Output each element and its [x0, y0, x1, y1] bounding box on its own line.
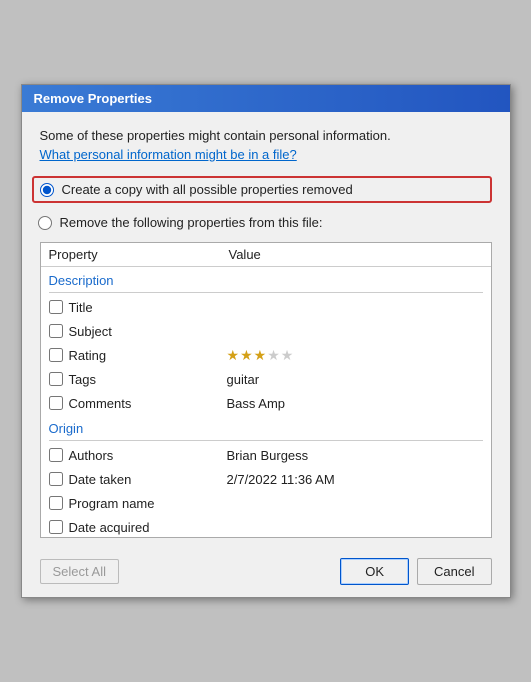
row-authors: Authors Brian Burgess [41, 443, 491, 467]
val-rating: ★ ★ ★ ★ ★ [227, 347, 483, 364]
option2-radio[interactable] [38, 216, 52, 230]
checkbox-title[interactable] [49, 300, 63, 314]
star-5: ★ [281, 347, 294, 364]
row-tags: Tags guitar [41, 367, 491, 391]
dialog-titlebar: Remove Properties [22, 85, 510, 112]
option2-label: Remove the following properties from thi… [60, 215, 323, 230]
ok-button[interactable]: OK [340, 558, 409, 585]
col-value-header: Value [229, 247, 483, 262]
row-program-name: Program name [41, 491, 491, 515]
row-subject: Subject [41, 319, 491, 343]
table-header: Property Value [41, 243, 491, 267]
prop-authors: Authors [69, 448, 227, 463]
option1-label: Create a copy with all possible properti… [62, 182, 353, 197]
star-2: ★ [240, 347, 253, 364]
prop-rating: Rating [69, 348, 227, 363]
option2-radio-container[interactable]: Remove the following properties from thi… [32, 211, 492, 234]
row-date-acquired: Date acquired [41, 515, 491, 537]
section-description: Description [41, 267, 491, 290]
checkbox-rating[interactable] [49, 348, 63, 362]
prop-program-name: Program name [69, 496, 227, 511]
dialog-title: Remove Properties [34, 91, 153, 106]
val-tags: guitar [227, 372, 483, 387]
star-3: ★ [254, 347, 267, 364]
row-comments: Comments Bass Amp [41, 391, 491, 415]
stars-display: ★ ★ ★ ★ ★ [227, 347, 294, 364]
option1-radio[interactable] [40, 183, 54, 197]
checkbox-date-taken[interactable] [49, 472, 63, 486]
section-origin: Origin [41, 415, 491, 438]
property-table-scroll[interactable]: Property Value Description Title Subject [41, 243, 491, 537]
option1-radio-container[interactable]: Create a copy with all possible properti… [32, 176, 492, 203]
row-title: Title [41, 295, 491, 319]
section-divider-description [49, 292, 483, 293]
val-date-taken: 2/7/2022 11:36 AM [227, 472, 483, 487]
prop-title: Title [69, 300, 227, 315]
select-all-button[interactable]: Select All [40, 559, 119, 584]
checkbox-subject[interactable] [49, 324, 63, 338]
prop-date-acquired: Date acquired [69, 520, 227, 535]
prop-tags: Tags [69, 372, 227, 387]
val-authors: Brian Burgess [227, 448, 483, 463]
checkbox-date-acquired[interactable] [49, 520, 63, 534]
personal-info-link[interactable]: What personal information might be in a … [40, 147, 492, 162]
cancel-button[interactable]: Cancel [417, 558, 491, 585]
property-table-wrapper: Property Value Description Title Subject [40, 242, 492, 538]
dialog-footer: Select All OK Cancel [22, 550, 510, 597]
section-divider-origin [49, 440, 483, 441]
star-4: ★ [267, 347, 280, 364]
prop-subject: Subject [69, 324, 227, 339]
remove-properties-dialog: Remove Properties Some of these properti… [21, 84, 511, 598]
val-comments: Bass Amp [227, 396, 483, 411]
star-1: ★ [227, 347, 240, 364]
dialog-content: Some of these properties might contain p… [22, 112, 510, 550]
prop-comments: Comments [69, 396, 227, 411]
row-date-taken: Date taken 2/7/2022 11:36 AM [41, 467, 491, 491]
prop-date-taken: Date taken [69, 472, 227, 487]
description-text: Some of these properties might contain p… [40, 128, 492, 143]
checkbox-comments[interactable] [49, 396, 63, 410]
col-property-header: Property [49, 247, 229, 262]
checkbox-authors[interactable] [49, 448, 63, 462]
checkbox-tags[interactable] [49, 372, 63, 386]
checkbox-program-name[interactable] [49, 496, 63, 510]
row-rating: Rating ★ ★ ★ ★ ★ [41, 343, 491, 367]
